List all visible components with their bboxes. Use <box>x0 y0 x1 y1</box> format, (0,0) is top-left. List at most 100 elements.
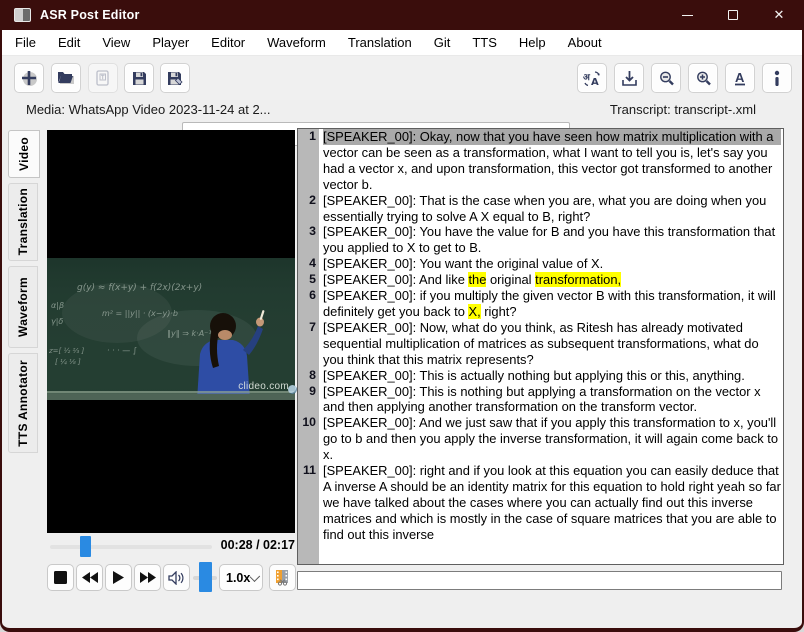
close-button[interactable]: ✕ <box>756 0 802 30</box>
seek-row: 00:28 / 02:17 <box>47 536 295 558</box>
line-number: 3 <box>298 224 319 256</box>
line-number: 1 <box>298 129 319 193</box>
save-as-button[interactable] <box>160 63 190 93</box>
transcript-text[interactable]: [SPEAKER_00]: That is the case when you … <box>319 193 783 225</box>
menu-item-view[interactable]: View <box>91 35 141 50</box>
clip-video-button[interactable] <box>269 564 296 591</box>
translate-icon: अA <box>582 69 602 87</box>
transcript-segment: [SPEAKER_00]: And like <box>323 272 468 287</box>
transcript-segment: [SPEAKER_00]: And we just saw that if yo… <box>323 415 778 462</box>
new-plus-button[interactable] <box>14 63 44 93</box>
menu-item-editor[interactable]: Editor <box>200 35 256 50</box>
line-number: 11 <box>298 463 319 543</box>
toolbar: Segoe UI अA A <box>2 56 802 100</box>
play-icon <box>113 571 124 584</box>
menu-item-help[interactable]: Help <box>508 35 557 50</box>
transcript-file-label: Transcript: transcript-.xml <box>610 102 756 117</box>
selected-line[interactable]: [SPEAKER_00]: Okay, now that you have se… <box>323 129 781 145</box>
menu-item-waveform[interactable]: Waveform <box>256 35 337 50</box>
export-download-icon <box>621 70 638 87</box>
seek-handle[interactable] <box>80 536 91 557</box>
transcript-text[interactable]: [SPEAKER_00]: You have the value for B a… <box>319 224 783 256</box>
video-panel[interactable]: g(y) ≈ f(x+y) + f(2x)(2x+y) m² = ||y|| ·… <box>47 130 295 533</box>
tab-waveform[interactable]: Waveform <box>8 266 38 348</box>
svg-text:[ ¼ ⅛ ]: [ ¼ ⅛ ] <box>55 358 81 366</box>
zoom-in-button[interactable] <box>688 63 718 93</box>
transcript-text[interactable]: [SPEAKER_00]: right and if you look at t… <box>319 463 783 543</box>
line-number: 10 <box>298 415 319 463</box>
transcript-row: 5[SPEAKER_00]: And like the original tra… <box>298 272 783 288</box>
transcript-text[interactable]: [SPEAKER_00]: You want the original valu… <box>319 256 783 272</box>
highlighted-word: the <box>468 272 486 287</box>
transcript-row: 6[SPEAKER_00]: if you multiply the given… <box>298 288 783 320</box>
fast-forward-button[interactable] <box>134 564 161 591</box>
seek-slider[interactable] <box>50 545 212 549</box>
info-button[interactable] <box>762 63 792 93</box>
menu-item-edit[interactable]: Edit <box>47 35 91 50</box>
transcript-row: 9[SPEAKER_00]: This is nothing but apply… <box>298 384 783 416</box>
menu-item-tts[interactable]: TTS <box>461 35 508 50</box>
menu-item-file[interactable]: File <box>4 35 47 50</box>
line-number: 7 <box>298 320 319 368</box>
mute-button[interactable] <box>163 564 190 591</box>
transcript-text[interactable]: [SPEAKER_00]: This is actually nothing b… <box>319 368 783 384</box>
transcript-row: 3[SPEAKER_00]: You have the value for B … <box>298 224 783 256</box>
speed-selector[interactable]: 1.0x <box>219 564 263 591</box>
transcript-text[interactable]: [SPEAKER_00]: And like the original tran… <box>319 272 783 288</box>
line-number: 6 <box>298 288 319 320</box>
maximize-button[interactable] <box>710 0 756 30</box>
tab-translation[interactable]: Translation <box>8 183 38 261</box>
fast-forward-icon <box>140 572 156 583</box>
font-style-button[interactable]: A <box>725 63 755 93</box>
line-number: 4 <box>298 256 319 272</box>
rewind-button[interactable] <box>76 564 103 591</box>
transcript-panel[interactable]: 1[SPEAKER_00]: Okay, now that you have s… <box>297 128 784 565</box>
transcript-text[interactable]: [SPEAKER_00]: This is nothing but applyi… <box>319 384 783 416</box>
tab-label: Translation <box>16 188 30 255</box>
gutter <box>298 543 319 564</box>
translate-button[interactable]: अA <box>577 63 607 93</box>
transcript-gutter-filler <box>298 543 783 564</box>
menu-item-player[interactable]: Player <box>141 35 200 50</box>
play-button[interactable] <box>105 564 132 591</box>
globe-icon <box>288 385 297 394</box>
speaker-icon <box>168 571 185 585</box>
volume-handle[interactable] <box>199 562 212 592</box>
transcript-text[interactable]: [SPEAKER_00]: Now, what do you think, as… <box>319 320 783 368</box>
text-document-icon <box>96 70 110 87</box>
minimize-button[interactable] <box>664 0 710 30</box>
tab-video[interactable]: Video <box>8 130 40 178</box>
bottom-status-input[interactable] <box>297 571 782 590</box>
save-button[interactable] <box>124 63 154 93</box>
transcript-row: 10[SPEAKER_00]: And we just saw that if … <box>298 415 783 463</box>
stop-button[interactable] <box>47 564 74 591</box>
save-icon <box>131 70 148 87</box>
lecture-video-still: g(y) ≈ f(x+y) + f(2x)(2x+y) m² = ||y|| ·… <box>47 258 295 400</box>
menu-item-git[interactable]: Git <box>423 35 462 50</box>
load-text-button[interactable] <box>88 63 118 93</box>
svg-text:A: A <box>735 70 745 85</box>
highlighted-word: X, <box>468 304 480 319</box>
video-frame: g(y) ≈ f(x+y) + f(2x)(2x+y) m² = ||y|| ·… <box>47 258 295 400</box>
zoom-out-button[interactable] <box>651 63 681 93</box>
transcript-text[interactable]: [SPEAKER_00]: And we just saw that if yo… <box>319 415 783 463</box>
transcript-segment: [SPEAKER_00]: This is nothing but applyi… <box>323 384 761 415</box>
export-button[interactable] <box>614 63 644 93</box>
speed-value: 1.0x <box>226 571 250 585</box>
open-folder-icon <box>57 70 76 86</box>
transcript-text[interactable]: [SPEAKER_00]: Okay, now that you have se… <box>319 129 783 193</box>
watermark-text: clideo.com <box>238 381 289 392</box>
zoom-out-icon <box>658 70 675 87</box>
menu-item-translation[interactable]: Translation <box>337 35 423 50</box>
open-file-button[interactable] <box>51 63 81 93</box>
transcript-segment: right? <box>481 304 517 319</box>
transcript-text[interactable]: [SPEAKER_00]: if you multiply the given … <box>319 288 783 320</box>
transcript-row: 11[SPEAKER_00]: right and if you look at… <box>298 463 783 543</box>
svg-text:m² = ||y|| · (x−y)·b: m² = ||y|| · (x−y)·b <box>102 309 178 318</box>
svg-text:α|β: α|β <box>51 301 64 310</box>
menu-item-about[interactable]: About <box>557 35 613 50</box>
svg-text:g(y) ≈ f(x+y) + f(2x)(2x+y): g(y) ≈ f(x+y) + f(2x)(2x+y) <box>77 283 202 293</box>
title-bar: ASR Post Editor ✕ <box>2 0 802 30</box>
tab-tts-annotator[interactable]: TTS Annotator <box>8 353 38 453</box>
transcript-row: 1[SPEAKER_00]: Okay, now that you have s… <box>298 129 783 193</box>
